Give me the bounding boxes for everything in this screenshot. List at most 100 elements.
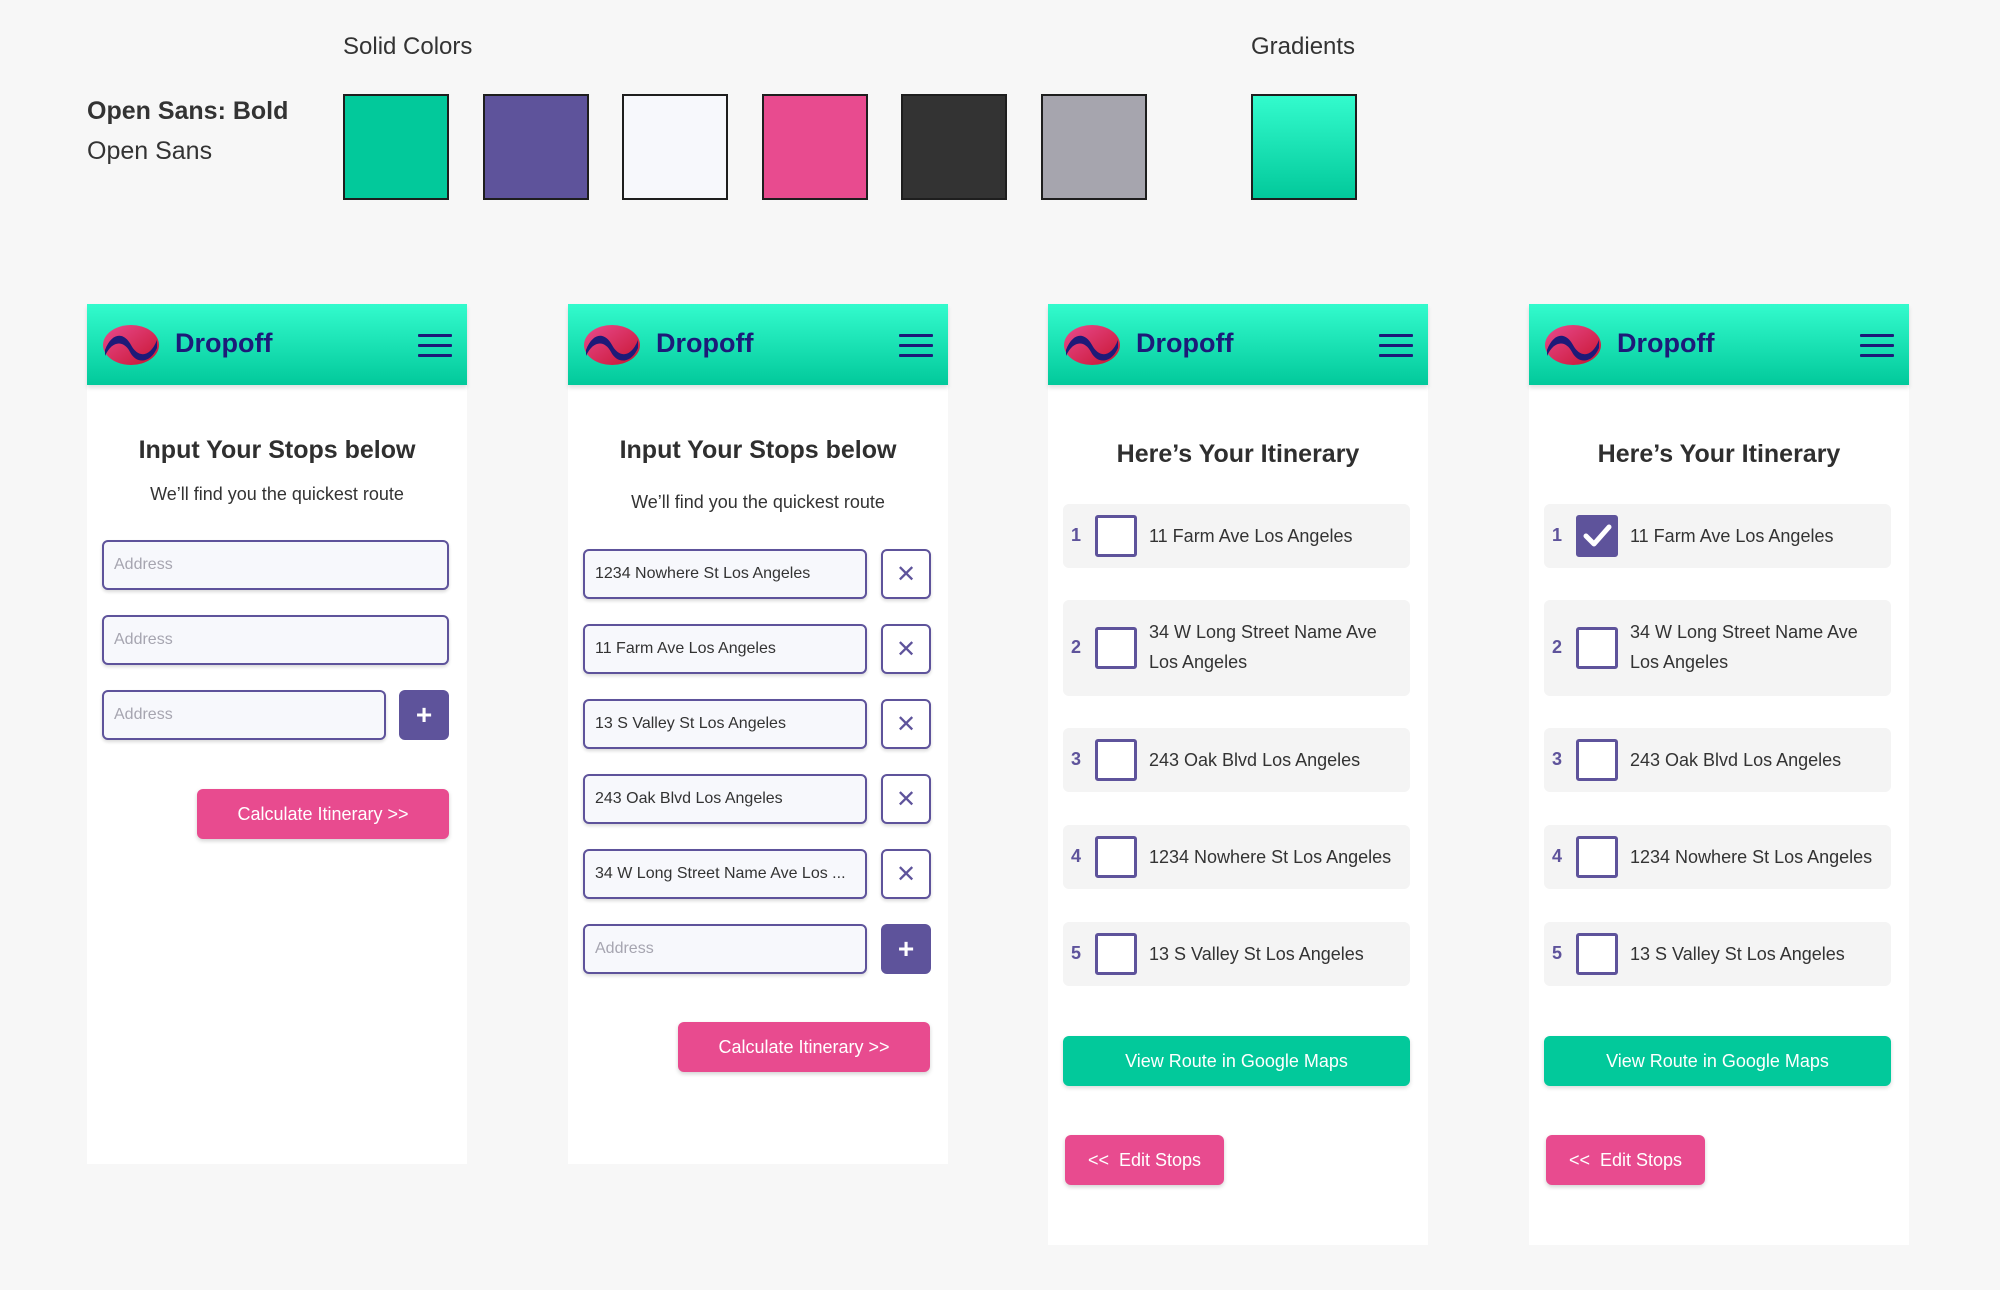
- phone-input-empty: Dropoff Input Your Stops below We’ll fin…: [87, 304, 467, 1164]
- hamburger-menu-icon[interactable]: [1379, 334, 1413, 358]
- itinerary-stop: 5 13 S Valley St Los Angeles: [1063, 922, 1410, 986]
- hamburger-menu-icon[interactable]: [899, 334, 933, 358]
- stop-address: 1234 Nowhere St Los Angeles: [1149, 847, 1392, 867]
- stop-checkbox[interactable]: [1576, 836, 1618, 878]
- itinerary-stop: 5 13 S Valley St Los Angeles: [1544, 922, 1891, 986]
- stop-number: 2: [1552, 637, 1563, 657]
- stop-address: 34 W Long Street Name Ave Los Angeles: [1149, 622, 1377, 672]
- app-header: Dropoff: [1048, 304, 1428, 385]
- stop-checkbox[interactable]: [1095, 836, 1137, 878]
- address-input[interactable]: Address: [102, 690, 386, 740]
- swatch-green: [343, 94, 449, 200]
- stop-address: 243 Oak Blvd Los Angeles: [1630, 750, 1842, 770]
- font-bold-sample: Open Sans: Bold: [87, 97, 289, 125]
- address-input[interactable]: 1234 Nowhere St Los Angeles: [583, 549, 867, 599]
- remove-stop-button[interactable]: ✕: [881, 699, 931, 749]
- stop-address: 13 S Valley St Los Angeles: [1630, 944, 1845, 964]
- swatch-pink: [762, 94, 868, 200]
- solid-colors-heading: Solid Colors: [343, 33, 473, 60]
- address-input[interactable]: Address: [583, 924, 867, 974]
- swatch-dark: [901, 94, 1007, 200]
- swatch-gray: [1041, 94, 1147, 200]
- remove-stop-button[interactable]: ✕: [881, 774, 931, 824]
- dropoff-logo-icon: [1064, 325, 1120, 365]
- stop-number: 5: [1071, 943, 1082, 963]
- dropoff-logo-icon: [1545, 325, 1601, 365]
- stop-number: 5: [1552, 943, 1563, 963]
- itinerary-stop: 2 34 W Long Street Name Ave Los Angeles: [1544, 600, 1891, 696]
- dropoff-logo-icon: [103, 325, 159, 365]
- font-regular-sample: Open Sans: [87, 137, 213, 165]
- phone-input-filled: Dropoff Input Your Stops below We’ll fin…: [568, 304, 948, 1164]
- page-subtitle: We’ll find you the quickest route: [150, 484, 404, 504]
- hamburger-menu-icon[interactable]: [418, 334, 452, 358]
- page-subtitle: We’ll find you the quickest route: [631, 492, 885, 512]
- address-input[interactable]: 13 S Valley St Los Angeles: [583, 699, 867, 749]
- stop-address: 34 W Long Street Name Ave Los Angeles: [1630, 622, 1858, 672]
- add-stop-button[interactable]: +: [399, 690, 449, 740]
- app-header: Dropoff: [1529, 304, 1909, 385]
- stop-address: 13 S Valley St Los Angeles: [1149, 944, 1364, 964]
- stop-address: 11 Farm Ave Los Angeles: [1149, 526, 1353, 546]
- page-title: Input Your Stops below: [138, 436, 416, 464]
- swatch-purple: [483, 94, 589, 200]
- gradients-heading: Gradients: [1251, 33, 1356, 60]
- stop-number: 1: [1071, 525, 1082, 545]
- app-header: Dropoff: [568, 304, 948, 385]
- checkmark-icon: [1583, 524, 1612, 547]
- brand-name: Dropoff: [1617, 328, 1715, 358]
- phone-itinerary: Dropoff Here’s Your Itinerary 1 11 Farm …: [1048, 304, 1428, 1245]
- stop-number: 4: [1071, 846, 1082, 866]
- address-input[interactable]: 11 Farm Ave Los Angeles: [583, 624, 867, 674]
- stop-address: 243 Oak Blvd Los Angeles: [1149, 750, 1361, 770]
- view-route-google-maps-button[interactable]: View Route in Google Maps: [1063, 1036, 1410, 1086]
- stop-number: 1: [1552, 525, 1563, 545]
- stop-checkbox[interactable]: [1576, 627, 1618, 669]
- stop-checkbox[interactable]: [1576, 933, 1618, 975]
- swatch-offwhite: [622, 94, 728, 200]
- stop-address: 1234 Nowhere St Los Angeles: [1630, 847, 1873, 867]
- stop-address: 11 Farm Ave Los Angeles: [1630, 526, 1834, 546]
- page-title: Here’s Your Itinerary: [1597, 440, 1841, 468]
- itinerary-stop: 1 11 Farm Ave Los Angeles: [1063, 504, 1410, 568]
- itinerary-stop: 2 34 W Long Street Name Ave Los Angeles: [1063, 600, 1410, 696]
- dropoff-logo-icon: [584, 325, 640, 365]
- phone-itinerary-checked: Dropoff Here’s Your Itinerary 1 11 Farm …: [1529, 304, 1909, 1245]
- edit-stops-button[interactable]: << Edit Stops: [1065, 1135, 1224, 1185]
- stop-number: 2: [1071, 637, 1082, 657]
- address-input[interactable]: 243 Oak Blvd Los Angeles: [583, 774, 867, 824]
- stop-checkbox[interactable]: [1095, 739, 1137, 781]
- stop-number: 3: [1071, 749, 1082, 769]
- edit-stops-button[interactable]: << Edit Stops: [1546, 1135, 1705, 1185]
- page-title: Here’s Your Itinerary: [1116, 440, 1360, 468]
- stop-checkbox[interactable]: [1095, 515, 1137, 557]
- brand-name: Dropoff: [1136, 328, 1234, 358]
- stop-checkbox[interactable]: [1576, 739, 1618, 781]
- stop-number: 3: [1552, 749, 1563, 769]
- view-route-google-maps-button[interactable]: View Route in Google Maps: [1544, 1036, 1891, 1086]
- remove-stop-button[interactable]: ✕: [881, 549, 931, 599]
- itinerary-stop: 4 1234 Nowhere St Los Angeles: [1063, 825, 1410, 889]
- brand-name: Dropoff: [656, 328, 754, 358]
- stop-checkbox[interactable]: [1095, 627, 1137, 669]
- itinerary-stop: 3 243 Oak Blvd Los Angeles: [1544, 728, 1891, 792]
- hamburger-menu-icon[interactable]: [1860, 334, 1894, 358]
- page-title: Input Your Stops below: [619, 436, 897, 464]
- calculate-itinerary-button[interactable]: Calculate Itinerary >>: [197, 789, 449, 839]
- calculate-itinerary-button[interactable]: Calculate Itinerary >>: [678, 1022, 930, 1072]
- itinerary-stop: 1 11 Farm Ave Los Angeles: [1544, 504, 1891, 568]
- swatch-gradient: [1251, 94, 1357, 200]
- brand-name: Dropoff: [175, 328, 273, 358]
- app-header: Dropoff: [87, 304, 467, 385]
- itinerary-stop: 3 243 Oak Blvd Los Angeles: [1063, 728, 1410, 792]
- itinerary-stop: 4 1234 Nowhere St Los Angeles: [1544, 825, 1891, 889]
- stop-number: 4: [1552, 846, 1563, 866]
- add-stop-button[interactable]: +: [881, 924, 931, 974]
- address-input[interactable]: Address: [102, 615, 449, 665]
- stop-checkbox[interactable]: [1576, 515, 1618, 557]
- stop-checkbox[interactable]: [1095, 933, 1137, 975]
- address-input[interactable]: 34 W Long Street Name Ave Los ...: [583, 849, 867, 899]
- remove-stop-button[interactable]: ✕: [881, 624, 931, 674]
- address-input[interactable]: Address: [102, 540, 449, 590]
- remove-stop-button[interactable]: ✕: [881, 849, 931, 899]
